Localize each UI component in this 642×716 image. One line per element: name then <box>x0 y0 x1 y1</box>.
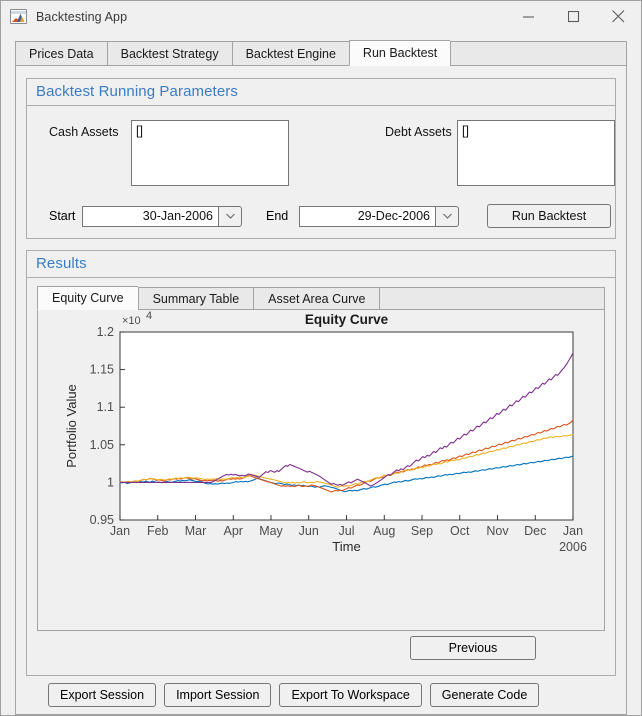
bottom-button-bar: Export Session Import Session Export To … <box>26 676 616 714</box>
tab-prices-data[interactable]: Prices Data <box>15 41 107 66</box>
main-tab-strip: Prices Data Backtest Strategy Backtest E… <box>15 40 627 66</box>
maximize-button[interactable] <box>551 1 596 32</box>
params-panel-title: Backtest Running Parameters <box>27 79 615 106</box>
tab-backtest-engine[interactable]: Backtest Engine <box>231 41 349 66</box>
svg-text:May: May <box>259 524 283 538</box>
svg-text:Dec: Dec <box>524 524 546 538</box>
tab-run-backtest[interactable]: Run Backtest <box>348 40 451 66</box>
start-date-value[interactable]: 30-Jan-2006 <box>82 205 218 227</box>
backtest-running-parameters-panel: Backtest Running Parameters Cash Assets … <box>26 78 616 239</box>
title-bar: Backtesting App <box>1 1 641 33</box>
svg-text:Mar: Mar <box>185 524 207 538</box>
previous-button[interactable]: Previous <box>410 636 536 660</box>
cash-assets-label: Cash Assets <box>49 125 119 139</box>
svg-text:Feb: Feb <box>147 524 169 538</box>
results-tab-strip-filler <box>379 287 605 310</box>
tab-asset-area-curve[interactable]: Asset Area Curve <box>253 287 380 310</box>
run-backtest-panel: Backtest Running Parameters Cash Assets … <box>15 66 627 715</box>
tab-backtest-strategy[interactable]: Backtest Strategy <box>106 41 232 66</box>
matlab-app-icon <box>10 9 27 24</box>
end-label: End <box>266 209 289 223</box>
start-label: Start <box>49 209 76 223</box>
svg-text:×10: ×10 <box>122 315 141 327</box>
svg-text:Aug: Aug <box>373 524 395 538</box>
svg-text:Jan: Jan <box>110 524 130 538</box>
tab-strip-filler <box>450 41 627 66</box>
export-session-button[interactable]: Export Session <box>48 683 157 707</box>
end-date-picker[interactable]: 29-Dec-2006 <box>299 205 459 227</box>
svg-text:Portfolio Value: Portfolio Value <box>64 384 79 468</box>
svg-text:Jul: Jul <box>339 524 355 538</box>
tab-summary-table[interactable]: Summary Table <box>137 287 254 310</box>
debt-assets-label: Debt Assets <box>385 125 452 139</box>
debt-assets-input[interactable]: [] <box>457 120 615 186</box>
generate-code-button[interactable]: Generate Code <box>429 683 540 707</box>
svg-text:4: 4 <box>146 310 152 322</box>
svg-text:Oct: Oct <box>450 524 470 538</box>
results-panel: Results Equity Curve Summary Table Asset… <box>26 250 616 676</box>
svg-text:Equity Curve: Equity Curve <box>305 312 389 327</box>
svg-text:1.15: 1.15 <box>90 363 114 377</box>
equity-curve-plot: Equity Curve×10 40.9511.051.11.151.2Jan Fe… <box>64 310 587 554</box>
svg-text:Nov: Nov <box>486 524 509 538</box>
svg-text:Jan: Jan <box>563 524 583 538</box>
results-footer: Previous <box>37 631 605 665</box>
svg-text:Sep: Sep <box>411 524 433 538</box>
app-window: Backtesting App Prices Data Backtest Str… <box>0 0 642 716</box>
svg-text:Time: Time <box>332 539 360 554</box>
minimize-button[interactable] <box>506 1 551 32</box>
equity-curve-chart: Equity Curve ×10 4 0.95 1 1.05 1.1 1.15 1.2 Jan Fe… <box>38 310 604 630</box>
svg-text:2006: 2006 <box>559 540 587 554</box>
equity-curve-tab-panel: Equity Curve ×10 4 0.95 1 1.05 1.1 1.15 1.2 Jan Fe… <box>37 310 605 631</box>
svg-text:1: 1 <box>107 475 114 489</box>
results-panel-title: Results <box>27 251 615 278</box>
start-date-chevron-down-icon[interactable] <box>218 205 242 227</box>
tab-equity-curve[interactable]: Equity Curve <box>37 286 138 310</box>
window-controls <box>506 1 641 32</box>
export-to-workspace-button[interactable]: Export To Workspace <box>279 683 422 707</box>
results-tab-strip: Equity Curve Summary Table Asset Area Cu… <box>37 286 605 310</box>
svg-text:1.05: 1.05 <box>90 438 114 452</box>
svg-text:Jun: Jun <box>299 524 319 538</box>
import-session-button[interactable]: Import Session <box>164 683 272 707</box>
end-date-value[interactable]: 29-Dec-2006 <box>299 205 435 227</box>
svg-text:Apr: Apr <box>224 524 243 538</box>
run-backtest-button[interactable]: Run Backtest <box>487 204 611 228</box>
window-title: Backtesting App <box>36 9 128 24</box>
close-button[interactable] <box>596 1 641 32</box>
cash-assets-input[interactable]: [] <box>131 120 289 186</box>
svg-text:1.1: 1.1 <box>97 400 114 414</box>
end-date-chevron-down-icon[interactable] <box>435 205 459 227</box>
start-date-picker[interactable]: 30-Jan-2006 <box>82 205 242 227</box>
svg-text:1.2: 1.2 <box>97 325 114 339</box>
